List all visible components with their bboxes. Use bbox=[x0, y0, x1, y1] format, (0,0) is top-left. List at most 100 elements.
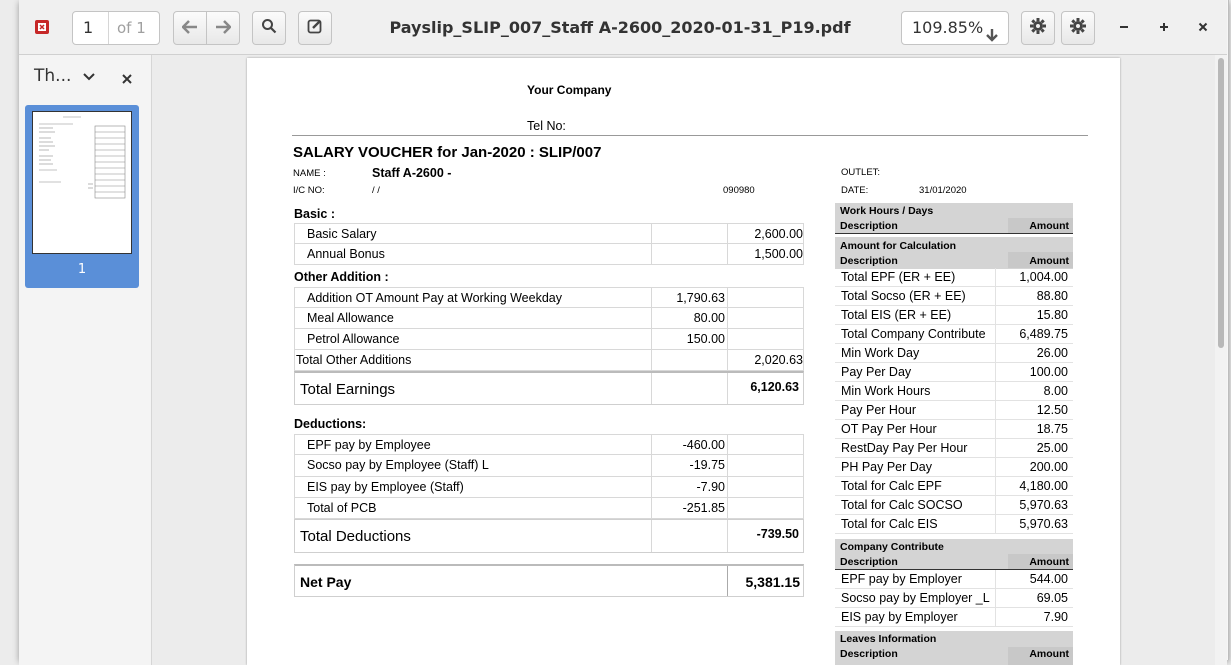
name-label: NAME : bbox=[293, 168, 326, 179]
table-row: Meal Allowance 80.00 bbox=[294, 308, 804, 329]
table-row: Total Company Contribute 6,489.75 bbox=[835, 325, 1073, 344]
arrow-right-icon bbox=[215, 19, 232, 38]
arrow-down-icon bbox=[986, 21, 998, 53]
row-label: Addition OT Amount Pay at Working Weekda… bbox=[307, 291, 562, 305]
row-amount: 1,790.63 bbox=[676, 291, 725, 305]
next-page-button[interactable] bbox=[206, 11, 240, 45]
sidebar-view-label: Th... bbox=[34, 66, 72, 86]
settings-button[interactable] bbox=[1021, 11, 1055, 45]
close-sidebar-button[interactable] bbox=[122, 69, 132, 88]
table-row: Total for Calc EIS 5,970.63 bbox=[835, 515, 1073, 534]
row-value: 8.00 bbox=[1043, 384, 1068, 398]
total-earnings-row: Total Earnings 6,120.63 bbox=[294, 371, 804, 405]
edit-icon bbox=[307, 18, 323, 38]
row-value: 5,970.63 bbox=[1019, 517, 1068, 531]
table-row: PH Pay Per Day 200.00 bbox=[835, 458, 1073, 477]
voucher-title: SALARY VOUCHER for Jan-2020 : SLIP/007 bbox=[293, 144, 602, 161]
row-value: 88.80 bbox=[1036, 289, 1068, 303]
row-value: 69.05 bbox=[1036, 591, 1068, 605]
chevron-down-icon[interactable] bbox=[82, 68, 96, 87]
row-value: 544.00 bbox=[1029, 572, 1068, 586]
table-row: Pay Per Day 100.00 bbox=[835, 363, 1073, 382]
leaves-title: Leaves Information bbox=[840, 633, 937, 645]
search-button[interactable] bbox=[252, 11, 286, 45]
row-label: Total Company Contribute bbox=[841, 327, 986, 341]
work-hours-amount: Amount bbox=[1029, 220, 1069, 232]
row-total: 1,500.00 bbox=[754, 247, 803, 261]
row-value: 15.80 bbox=[1036, 308, 1068, 322]
scrollbar-thumb[interactable] bbox=[1218, 58, 1224, 348]
table-row: Total of PCB -251.85 bbox=[294, 498, 804, 519]
net-pay-label: Net Pay bbox=[300, 574, 352, 590]
calc-title: Amount for Calculation bbox=[840, 240, 957, 252]
close-window-button[interactable] bbox=[1197, 16, 1213, 36]
row-amount: -19.75 bbox=[689, 458, 725, 472]
row-value: 5,970.63 bbox=[1019, 498, 1068, 512]
total-deductions-value: -739.50 bbox=[756, 527, 799, 541]
table-row: Total EIS (ER + EE) 15.80 bbox=[835, 306, 1073, 325]
page-number-field[interactable]: 1 of 1 bbox=[72, 11, 160, 45]
tel-label: Tel No: bbox=[527, 119, 566, 133]
table-row: Min Work Hours 8.00 bbox=[835, 382, 1073, 401]
net-pay-row: Net Pay 5,381.15 bbox=[294, 564, 804, 597]
page-number-input[interactable]: 1 bbox=[73, 12, 109, 44]
leaves-amount: Amount bbox=[1029, 648, 1069, 660]
table-row: EPF pay by Employer 544.00 bbox=[835, 570, 1073, 589]
search-icon bbox=[261, 18, 277, 38]
minimize-icon bbox=[1118, 20, 1130, 41]
row-amount: -251.85 bbox=[682, 501, 725, 515]
company-contribute-header: Company Contribute Description Amount bbox=[835, 539, 1073, 570]
sidebar-view-select[interactable]: Th... bbox=[34, 66, 71, 86]
basic-heading: Basic : bbox=[294, 207, 335, 221]
table-row: Petrol Allowance 150.00 bbox=[294, 329, 804, 350]
total-deductions-label: Total Deductions bbox=[300, 528, 411, 545]
row-label: Pay Per Day bbox=[841, 365, 912, 379]
outlet-label: OUTLET: bbox=[841, 167, 881, 178]
table-row: EIS pay by Employer 7.90 bbox=[835, 608, 1073, 627]
row-value: 7.90 bbox=[1043, 610, 1068, 624]
table-row: Basic Salary 2,600.00 bbox=[294, 223, 804, 244]
row-label: EIS pay by Employee (Staff) bbox=[307, 480, 464, 494]
row-label: Total for Calc EIS bbox=[841, 517, 938, 531]
row-value: 200.00 bbox=[1029, 460, 1068, 474]
minimize-button[interactable] bbox=[1118, 16, 1134, 36]
page-thumbnail-image[interactable] bbox=[32, 111, 132, 254]
row-amount: -460.00 bbox=[682, 438, 725, 452]
thumbnail-page-number: 1 bbox=[77, 262, 87, 277]
row-label: Total for Calc EPF bbox=[841, 479, 942, 493]
company-contribute-amount: Amount bbox=[1029, 556, 1069, 568]
row-label: Total of PCB bbox=[307, 501, 377, 515]
document-title: Payslip_SLIP_007_Staff A-2600_2020-01-31… bbox=[389, 18, 851, 37]
maximize-button[interactable] bbox=[1158, 16, 1174, 36]
row-label: Total EIS (ER + EE) bbox=[841, 308, 952, 322]
table-row: Socso pay by Employee (Staff) L -19.75 bbox=[294, 455, 804, 477]
row-label: EPF pay by Employee bbox=[307, 438, 431, 452]
work-hours-desc: Description bbox=[840, 220, 898, 232]
table-row: EPF pay by Employee -460.00 bbox=[294, 434, 804, 455]
page-count-label: of 1 bbox=[117, 19, 146, 37]
table-row: Pay Per Hour 12.50 bbox=[835, 401, 1073, 420]
table-row: Total for Calc SOCSO 5,970.63 bbox=[835, 496, 1073, 515]
tools-button[interactable] bbox=[1061, 11, 1095, 45]
row-total: 2,020.63 bbox=[754, 353, 803, 367]
leaves-header: Leaves Information Description Amount bbox=[835, 631, 1073, 665]
row-label: Min Work Hours bbox=[841, 384, 931, 398]
gear-icon bbox=[1069, 17, 1087, 39]
work-hours-header: Work Hours / Days Description Amount bbox=[835, 203, 1073, 234]
row-label: EPF pay by Employer bbox=[841, 572, 962, 586]
zoom-select[interactable]: 109.85% bbox=[901, 11, 1009, 45]
leaves-desc: Description bbox=[840, 648, 898, 660]
row-value: 25.00 bbox=[1036, 441, 1068, 455]
table-row: Total for Calc EPF 4,180.00 bbox=[835, 477, 1073, 496]
row-label: Basic Salary bbox=[307, 227, 377, 241]
row-label: Min Work Day bbox=[841, 346, 920, 360]
ic-label: I/C NO: bbox=[293, 185, 325, 196]
row-value: 4,180.00 bbox=[1019, 479, 1068, 493]
row-amount: 80.00 bbox=[693, 311, 725, 325]
previous-page-button[interactable] bbox=[173, 11, 207, 45]
row-value: 26.00 bbox=[1036, 346, 1068, 360]
annotate-button[interactable] bbox=[298, 11, 332, 45]
ic-value: / / bbox=[372, 185, 380, 196]
table-row: Min Work Day 26.00 bbox=[835, 344, 1073, 363]
table-row: Addition OT Amount Pay at Working Weekda… bbox=[294, 287, 804, 308]
